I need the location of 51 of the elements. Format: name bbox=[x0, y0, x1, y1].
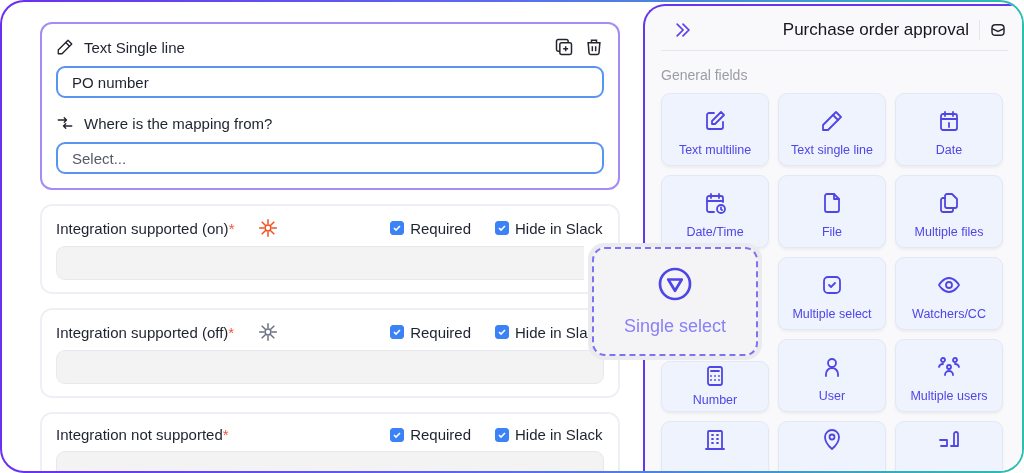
field-label: Integration not supported* bbox=[56, 426, 229, 443]
check-icon bbox=[392, 429, 403, 440]
pencil-icon bbox=[820, 108, 844, 133]
check-icon bbox=[392, 223, 403, 233]
pencil-icon bbox=[56, 38, 74, 56]
field-label: Integration supported (on)* bbox=[56, 219, 235, 237]
check-icon bbox=[497, 429, 507, 440]
checkbox[interactable]: Hide in Sla bbox=[495, 323, 588, 341]
section-heading: General fields bbox=[661, 67, 749, 83]
inbox-icon[interactable] bbox=[990, 22, 1006, 38]
dragged-tile[interactable]: Single select bbox=[592, 247, 758, 356]
field-type-tile[interactable]: Number bbox=[661, 361, 769, 412]
checkbox[interactable]: Required bbox=[390, 323, 471, 341]
field-label: Integration supported (off)* bbox=[56, 323, 235, 341]
field-type-label: Text Single line bbox=[84, 38, 185, 56]
duplicate-icon[interactable] bbox=[554, 37, 574, 57]
files-icon bbox=[937, 190, 961, 215]
field-type-tile[interactable]: Date/Time bbox=[661, 175, 769, 248]
check-icon bbox=[392, 327, 403, 337]
gear-icon bbox=[258, 218, 279, 238]
field-type-tile[interactable]: Watchers/CC bbox=[895, 257, 1003, 330]
dropdown-circle-icon bbox=[657, 266, 693, 302]
checkbox[interactable]: Hide in Slack bbox=[495, 426, 603, 443]
check-icon bbox=[497, 223, 507, 233]
mapping-select-field[interactable]: Select... bbox=[56, 142, 604, 174]
field-type-tile[interactable]: File bbox=[778, 175, 886, 248]
building-icon bbox=[703, 428, 727, 452]
panel-title: Purchase order approval bbox=[782, 20, 969, 40]
field-type-tile[interactable]: User bbox=[778, 339, 886, 412]
gear-icon bbox=[258, 322, 279, 342]
field-type-tile[interactable]: Date bbox=[895, 93, 1003, 166]
checkbox[interactable]: Hide in Slack bbox=[495, 219, 603, 237]
calendar-icon bbox=[937, 108, 961, 133]
field-type-tile[interactable]: Multiple select bbox=[778, 257, 886, 330]
check-icon bbox=[497, 327, 507, 337]
field-type-tile[interactable]: Text single line bbox=[778, 93, 886, 166]
field-type-tile[interactable]: Multiple users bbox=[895, 339, 1003, 412]
checkbox[interactable]: Required bbox=[390, 426, 471, 443]
edit-icon bbox=[703, 108, 727, 133]
swap-arrows-icon bbox=[56, 114, 74, 132]
calendar-clock-icon bbox=[703, 190, 727, 215]
checkbox[interactable]: Required bbox=[390, 219, 471, 237]
name-input-field[interactable]: PO number bbox=[56, 66, 604, 98]
users-icon bbox=[937, 354, 961, 379]
field-type-tile[interactable]: Text multiline bbox=[661, 93, 769, 166]
field-type-tile[interactable]: Multiple files bbox=[895, 175, 1003, 248]
trash-icon[interactable] bbox=[584, 37, 604, 57]
collapse-chevrons-icon[interactable] bbox=[673, 20, 693, 40]
mapping-label: Where is the mapping from? bbox=[84, 114, 273, 132]
input-field[interactable] bbox=[56, 350, 604, 384]
input-field[interactable] bbox=[56, 246, 584, 280]
